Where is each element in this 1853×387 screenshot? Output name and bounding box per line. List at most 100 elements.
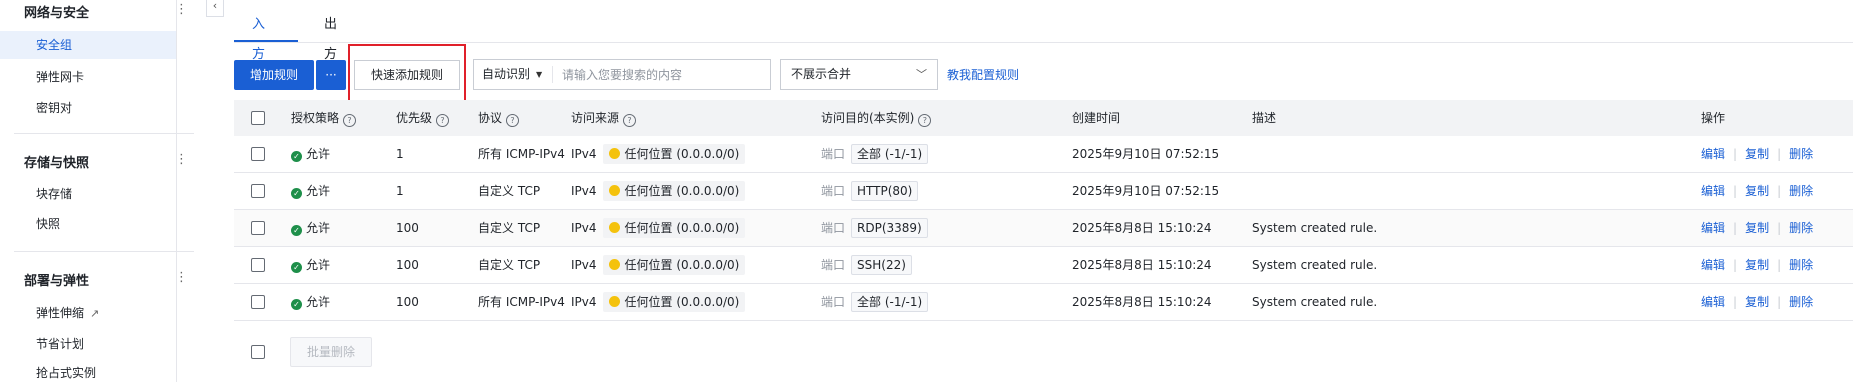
more-vertical-icon[interactable]: ⋮ (175, 2, 188, 17)
op-divider: | (1733, 184, 1738, 198)
sidebar-item-security-group[interactable]: 安全组 (0, 31, 176, 59)
delete-link[interactable]: 删除 (1789, 295, 1813, 309)
header-destination: 访问目的(本实例)? (821, 100, 932, 136)
copy-link[interactable]: 复制 (1745, 184, 1769, 198)
source-text: 任何位置 (0.0.0.0/0) (624, 221, 740, 235)
table-row: ✓ 允许 100 所有 ICMP-IPv4 IPv4 任何位置 (0.0.0.0/0… (234, 284, 1853, 321)
teach-config-link[interactable]: 教我配置规则 (947, 60, 1019, 90)
delete-link[interactable]: 删除 (1789, 258, 1813, 272)
table-row: ✓ 允许 1 自定义 TCP IPv4 任何位置 (0.0.0.0/0) 端口 HTT… (234, 173, 1853, 210)
help-icon[interactable]: ? (918, 114, 932, 127)
bulk-delete-button[interactable]: 批量删除 (290, 337, 372, 367)
cell-policy: ✓ 允许 (291, 210, 330, 246)
source-text: 任何位置 (0.0.0.0/0) (624, 258, 740, 272)
cell-destination: 端口 RDP(3389) (821, 210, 928, 246)
source-text: 任何位置 (0.0.0.0/0) (624, 147, 740, 161)
port-chip: 全部 (-1/-1) (851, 144, 929, 164)
search-box: 自动识别 ▼ (473, 59, 771, 90)
help-icon[interactable]: ? (436, 114, 450, 127)
policy-text: 允许 (306, 184, 331, 198)
header-label: 优先级 (396, 111, 433, 125)
row-checkbox[interactable] (251, 147, 265, 161)
copy-link[interactable]: 复制 (1745, 295, 1769, 309)
search-type-select[interactable]: 自动识别 (482, 60, 530, 89)
op-divider: | (1777, 295, 1782, 309)
tab-outbound[interactable]: 出方向 (324, 10, 337, 92)
copy-link[interactable]: 复制 (1745, 221, 1769, 235)
edit-link[interactable]: 编辑 (1701, 258, 1725, 272)
cell-created: 2025年8月8日 15:10:24 (1072, 295, 1212, 309)
row-checkbox[interactable] (251, 221, 265, 235)
sidebar-item-eni[interactable]: 弹性网卡 (0, 63, 176, 91)
op-divider: | (1733, 221, 1738, 235)
ip-version: IPv4 (571, 147, 597, 161)
op-divider: | (1777, 258, 1782, 272)
more-vertical-icon[interactable]: ⋮ (175, 152, 188, 167)
source-chip: 任何位置 (0.0.0.0/0) (602, 218, 746, 238)
cell-protocol: 所有 ICMP-IPv4 (478, 295, 565, 309)
cell-priority: 100 (396, 221, 419, 235)
sidebar-item-auto-scaling[interactable]: 弹性伸缩 ↗ (0, 299, 176, 327)
cell-source: IPv4 任何位置 (0.0.0.0/0) (571, 173, 746, 209)
sidebar-item-block-storage[interactable]: 块存储 (0, 180, 176, 208)
check-circle-icon: ✓ (291, 225, 302, 236)
port-label: 端口 (821, 258, 846, 272)
merge-select-value: 不展示合并 (791, 67, 852, 81)
policy-text: 允许 (306, 147, 331, 161)
sidebar-item-snapshot[interactable]: 快照 (0, 210, 176, 238)
cell-priority: 1 (396, 184, 404, 198)
edit-link[interactable]: 编辑 (1701, 295, 1725, 309)
add-rule-button[interactable]: 增加规则 (234, 60, 314, 90)
row-checkbox[interactable] (251, 295, 265, 309)
tabs-divider (234, 42, 1853, 43)
more-vertical-icon[interactable]: ⋮ (175, 270, 188, 285)
header-label: 访问来源 (571, 111, 620, 125)
help-icon[interactable]: ? (623, 114, 637, 127)
tab-inbound[interactable]: 入方向 (252, 10, 265, 92)
collapse-sidebar-icon[interactable]: ‹ (206, 0, 224, 17)
cell-source: IPv4 任何位置 (0.0.0.0/0) (571, 284, 746, 320)
copy-link[interactable]: 复制 (1745, 147, 1769, 161)
row-checkbox[interactable] (251, 258, 265, 272)
edit-link[interactable]: 编辑 (1701, 147, 1725, 161)
edit-link[interactable]: 编辑 (1701, 184, 1725, 198)
ip-version: IPv4 (571, 184, 597, 198)
cell-priority: 1 (396, 147, 404, 161)
cell-policy: ✓ 允许 (291, 247, 330, 283)
more-actions-button[interactable]: ··· (316, 60, 346, 90)
delete-link[interactable]: 删除 (1789, 221, 1813, 235)
caret-down-icon[interactable]: ▼ (536, 60, 542, 89)
select-all-checkbox[interactable] (251, 111, 265, 125)
cell-operations: 编辑 | 复制 | 删除 (1701, 210, 1813, 246)
cell-policy: ✓ 允许 (291, 173, 330, 209)
sidebar-group-network-security[interactable]: 网络与安全 (24, 2, 89, 21)
sidebar-divider (14, 133, 194, 134)
sidebar-item-spot-instance[interactable]: 抢占式实例 (0, 359, 176, 387)
check-circle-icon: ✓ (291, 151, 302, 162)
cell-created: 2025年9月10日 07:52:15 (1072, 184, 1220, 198)
help-icon[interactable]: ? (506, 114, 520, 127)
ip-version: IPv4 (571, 221, 597, 235)
search-input[interactable] (560, 63, 764, 87)
merge-display-select[interactable]: 不展示合并 ﹀ (780, 59, 938, 90)
sidebar-group-deploy-elastic[interactable]: 部署与弹性 (24, 270, 89, 289)
sidebar-item-keypair[interactable]: 密钥对 (0, 94, 176, 122)
op-divider: | (1733, 147, 1738, 161)
sidebar-item-savings-plan[interactable]: 节省计划 (0, 330, 176, 358)
warning-dot-icon (608, 148, 620, 159)
copy-link[interactable]: 复制 (1745, 258, 1769, 272)
policy-text: 允许 (306, 295, 331, 309)
footer-select-all-checkbox[interactable] (251, 345, 265, 359)
chevron-down-icon: ﹀ (916, 68, 927, 81)
sidebar-group-storage[interactable]: 存储与快照 (24, 152, 89, 171)
cell-priority: 100 (396, 295, 419, 309)
delete-link[interactable]: 删除 (1789, 147, 1813, 161)
source-chip: 任何位置 (0.0.0.0/0) (602, 292, 746, 312)
edit-link[interactable]: 编辑 (1701, 221, 1725, 235)
table-row: ✓ 允许 100 自定义 TCP IPv4 任何位置 (0.0.0.0/0) 端口 S… (234, 247, 1853, 284)
help-icon[interactable]: ? (343, 114, 357, 127)
delete-link[interactable]: 删除 (1789, 184, 1813, 198)
warning-dot-icon (608, 185, 620, 196)
row-checkbox[interactable] (251, 184, 265, 198)
source-chip: 任何位置 (0.0.0.0/0) (602, 255, 746, 275)
